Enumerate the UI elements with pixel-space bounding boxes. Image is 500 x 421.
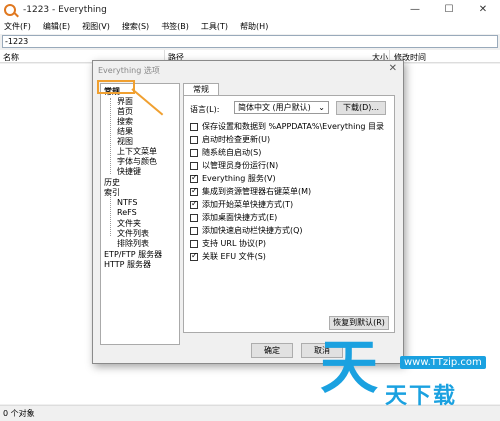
close-icon[interactable]: ✕ (389, 63, 397, 74)
language-select[interactable]: 简体中文 (用户默认) ⌄ (234, 101, 329, 114)
title-bar: -1223 - Everything — ☐ ✕ (0, 0, 500, 19)
tree-item-http-server[interactable]: HTTP 服务器 (104, 259, 151, 270)
download-button[interactable]: 下载(D)... (336, 101, 386, 115)
option-label: 关联 EFU 文件(S) (202, 252, 266, 261)
option-row[interactable]: 关联 EFU 文件(S) (190, 251, 266, 262)
restore-defaults-button[interactable]: 恢复到默认(R) (329, 316, 389, 330)
option-row[interactable]: 支持 URL 协议(P) (190, 238, 266, 249)
tree-item-shortcuts[interactable]: 快捷键 (117, 166, 141, 177)
checkbox[interactable] (190, 251, 198, 261)
tree-item-refs[interactable]: ReFS (117, 208, 137, 217)
checkbox[interactable] (190, 186, 198, 196)
option-row[interactable]: 启动时检查更新(U) (190, 134, 270, 145)
option-label: 添加开始菜单快捷方式(T) (202, 200, 294, 209)
everything-logo-icon (4, 3, 16, 16)
dialog-title: Everything 选项 (98, 66, 160, 75)
option-label: Everything 服务(V) (202, 174, 276, 183)
tree-item-index[interactable]: 索引 (104, 187, 120, 198)
maximize-icon[interactable]: ☐ (432, 0, 466, 19)
tree-item-ntfs[interactable]: NTFS (117, 198, 137, 207)
checkbox[interactable] (190, 122, 198, 131)
language-value: 简体中文 (用户默认) (238, 103, 311, 112)
general-panel: 语言(L): 简体中文 (用户默认) ⌄ 下载(D)... 保存设置和数据到 %… (183, 95, 395, 333)
checkbox[interactable] (190, 135, 198, 144)
option-label: 支持 URL 协议(P) (202, 239, 267, 248)
option-label: 随系统自启动(S) (202, 148, 262, 157)
menu-help[interactable]: 帮助(H) (240, 21, 268, 32)
option-row[interactable]: Everything 服务(V) (190, 173, 276, 184)
tree-item-exclude[interactable]: 排除列表 (117, 238, 149, 249)
option-label: 集成到资源管理器右键菜单(M) (202, 187, 312, 196)
language-label: 语言(L): (190, 105, 220, 114)
search-input[interactable]: -1223 (2, 35, 498, 48)
menu-bar: 文件(F) 编辑(E) 视图(V) 搜索(S) 书签(B) 工具(T) 帮助(H… (0, 19, 500, 34)
window-controls: — ☐ ✕ (398, 0, 500, 19)
minimize-icon[interactable]: — (398, 0, 432, 19)
option-label: 以管理员身份运行(N) (202, 161, 279, 170)
watermark-url: www.TTzip.com (400, 356, 486, 369)
ok-button[interactable]: 确定 (251, 343, 293, 358)
menu-search[interactable]: 搜索(S) (122, 21, 149, 32)
close-icon[interactable]: ✕ (466, 0, 500, 19)
menu-bookmarks[interactable]: 书签(B) (161, 21, 189, 32)
highlight-box (97, 80, 135, 94)
option-label: 添加桌面快捷方式(E) (202, 213, 278, 222)
checkbox[interactable] (190, 213, 198, 222)
checkbox[interactable] (190, 226, 198, 235)
menu-edit[interactable]: 编辑(E) (43, 21, 70, 32)
option-row[interactable]: 随系统自启动(S) (190, 147, 261, 158)
chevron-down-icon: ⌄ (318, 103, 325, 112)
option-row[interactable]: 集成到资源管理器右键菜单(M) (190, 186, 311, 197)
options-dialog: Everything 选项 ✕ 常规 界面 首页 搜索 结果 视图 上下文菜单 … (92, 60, 404, 364)
option-row[interactable]: 添加快速启动栏快捷方式(Q) (190, 225, 303, 236)
watermark-logo: 天 (320, 338, 378, 396)
option-row[interactable]: 添加开始菜单快捷方式(T) (190, 199, 293, 210)
option-row[interactable]: 以管理员身份运行(N) (190, 160, 278, 171)
checkbox[interactable] (190, 161, 198, 170)
menu-tools[interactable]: 工具(T) (201, 21, 228, 32)
option-label: 添加快速启动栏快捷方式(Q) (202, 226, 303, 235)
column-name[interactable]: 名称 (3, 52, 19, 63)
option-label: 启动时检查更新(U) (202, 135, 271, 144)
option-label: 保存设置和数据到 %APPDATA%\Everything 目录 (202, 122, 385, 131)
checkbox[interactable] (190, 239, 198, 248)
checkbox[interactable] (190, 173, 198, 183)
watermark-char: 天 (320, 333, 379, 401)
checkbox[interactable] (190, 199, 198, 209)
watermark-text: 天下载 (385, 384, 458, 409)
checkbox[interactable] (190, 148, 198, 157)
option-row[interactable]: 保存设置和数据到 %APPDATA%\Everything 目录 (190, 121, 384, 132)
menu-view[interactable]: 视图(V) (82, 21, 110, 32)
window-title: -1223 - Everything (23, 4, 107, 15)
options-tree: 常规 界面 首页 搜索 结果 视图 上下文菜单 字体与颜色 快捷键 历史 索引 … (100, 83, 180, 345)
option-row[interactable]: 添加桌面快捷方式(E) (190, 212, 277, 223)
tree-line (110, 98, 111, 174)
menu-file[interactable]: 文件(F) (4, 21, 31, 32)
